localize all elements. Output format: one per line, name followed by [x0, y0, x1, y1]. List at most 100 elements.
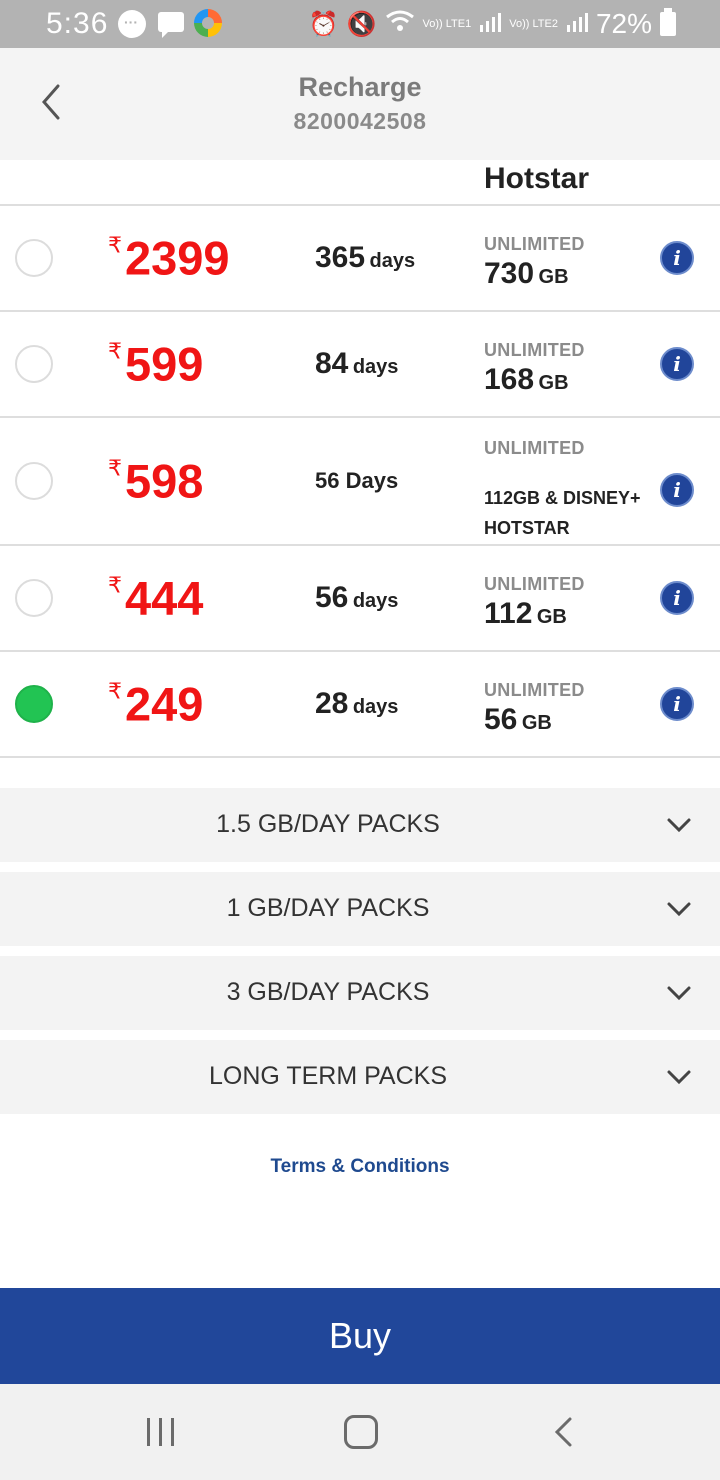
accordion-long-term-packs[interactable]: LONG TERM PACKS — [0, 1040, 720, 1114]
rupee-symbol: ₹ — [108, 678, 122, 704]
recent-apps-icon[interactable] — [146, 1418, 176, 1446]
mute-icon: 🔇 — [346, 10, 377, 38]
plan-validity: 84 days — [315, 347, 398, 381]
rupee-symbol: ₹ — [108, 338, 122, 364]
status-time: 5:36 — [46, 7, 109, 40]
calls-label: UNLIMITED — [484, 340, 585, 360]
plan-validity: 56 Days — [315, 468, 399, 493]
battery-percent: 72% — [595, 8, 652, 39]
wifi-icon — [385, 9, 415, 40]
chevron-down-icon[interactable] — [666, 980, 692, 1006]
plan-price: ₹598 — [108, 454, 203, 509]
validity-unit: days — [352, 356, 399, 378]
calls-label: UNLIMITED — [484, 234, 585, 254]
status-icons: ⏰ 🔇 Vo)) LTE1 Vo)) LTE2 72% — [309, 8, 676, 40]
accordion-3gb-day-packs[interactable]: 3 GB/DAY PACKS — [0, 956, 720, 1030]
battery-icon — [660, 8, 676, 36]
validity-value: 28 — [315, 687, 349, 720]
chevron-down-icon[interactable] — [666, 812, 692, 838]
validity-value: 84 — [315, 347, 349, 380]
calls-label: UNLIMITED — [484, 680, 585, 700]
data-value: 112 — [484, 597, 533, 630]
status-bar: 5:36 ⏰ 🔇 Vo)) LTE1 Vo)) LTE2 72% — [0, 0, 720, 48]
price-value: 444 — [125, 571, 204, 625]
plan-price: ₹599 — [108, 337, 203, 392]
signal-icon — [566, 8, 588, 40]
rupee-symbol: ₹ — [108, 572, 122, 598]
chevron-down-icon[interactable] — [666, 896, 692, 922]
plan-validity: 28 days — [315, 687, 398, 721]
lte2-label: Vo)) LTE2 — [509, 17, 558, 30]
data-unit: GB — [538, 266, 569, 288]
lte1-label: Vo)) LTE1 — [422, 17, 472, 30]
phone-number: 8200042508 — [293, 108, 427, 134]
accordion-label: LONG TERM PACKS — [208, 1062, 447, 1090]
column-header-hotstar: Hotstar — [484, 162, 590, 195]
price-value: 598 — [125, 454, 204, 508]
plan-row[interactable]: ₹444 56 days UNLIMITED 112 GB i — [0, 546, 720, 652]
plan-benefit: UNLIMITED 56 GB — [484, 680, 585, 737]
page-title: Recharge — [298, 72, 422, 102]
chevron-down-icon[interactable] — [666, 1064, 692, 1090]
plan-row[interactable]: ₹599 84 days UNLIMITED 168 GB i — [0, 312, 720, 418]
terms-conditions-link[interactable]: Terms & Conditions — [0, 1156, 720, 1178]
alarm-icon: ⏰ — [308, 10, 339, 38]
plan-validity: 365 days — [315, 241, 415, 275]
data-value: 56 — [484, 703, 518, 736]
chat-bubble-icon — [118, 10, 146, 38]
plan-radio-selected[interactable] — [15, 685, 53, 723]
plan-row[interactable]: ₹2399 365 days UNLIMITED 730 GB i — [0, 206, 720, 312]
price-value: 249 — [125, 677, 204, 731]
validity-unit: days — [352, 696, 399, 718]
data-value: 112GB & DISNEY+ HOTSTAR — [484, 488, 641, 538]
app-icon — [194, 9, 222, 37]
data-unit: GB — [538, 372, 569, 394]
calls-label: UNLIMITED — [484, 574, 585, 594]
validity-value: 365 — [315, 241, 366, 274]
plan-price: ₹249 — [108, 677, 203, 732]
home-icon[interactable] — [344, 1415, 378, 1449]
accordion-1-5gb-day-packs[interactable]: 1.5 GB/DAY PACKS — [0, 788, 720, 862]
plan-benefit: UNLIMITED 112GB & DISNEY+ HOTSTAR — [484, 438, 662, 543]
accordion-1gb-day-packs[interactable]: 1 GB/DAY PACKS — [0, 872, 720, 946]
plan-benefit: UNLIMITED 730 GB — [484, 234, 585, 291]
plan-radio[interactable] — [15, 579, 53, 617]
info-icon[interactable]: i — [660, 687, 694, 721]
rupee-symbol: ₹ — [108, 455, 122, 481]
plan-validity: 56 days — [315, 581, 398, 615]
info-icon[interactable]: i — [660, 347, 694, 381]
plan-benefit: UNLIMITED 112 GB — [484, 574, 585, 631]
plan-radio[interactable] — [15, 462, 53, 500]
price-value: 2399 — [125, 231, 230, 285]
validity-unit: days — [369, 250, 416, 272]
system-nav-bar — [0, 1384, 720, 1480]
accordion-label: 3 GB/DAY PACKS — [226, 978, 430, 1006]
data-unit: GB — [521, 712, 552, 734]
buy-button[interactable]: Buy — [0, 1288, 720, 1384]
data-value: 730 — [484, 257, 535, 290]
data-unit: GB — [536, 606, 567, 628]
plan-price: ₹2399 — [108, 231, 230, 286]
calls-label: UNLIMITED — [484, 438, 585, 458]
plan-price: ₹444 — [108, 571, 203, 626]
plan-radio[interactable] — [15, 345, 53, 383]
info-icon[interactable]: i — [660, 473, 694, 507]
plan-row[interactable]: ₹249 28 days UNLIMITED 56 GB i — [0, 652, 720, 758]
plan-radio[interactable] — [15, 239, 53, 277]
back-icon[interactable] — [552, 1416, 574, 1448]
accordion-label: 1.5 GB/DAY PACKS — [216, 810, 440, 838]
plan-row[interactable]: ₹598 56 Days UNLIMITED 112GB & DISNEY+ H… — [0, 418, 720, 546]
data-value: 168 — [484, 363, 535, 396]
validity-value: 56 — [315, 581, 349, 614]
validity-unit: days — [352, 590, 399, 612]
message-icon — [158, 12, 184, 38]
plan-list: ₹2399 365 days UNLIMITED 730 GB i ₹599 8… — [0, 206, 720, 758]
info-icon[interactable]: i — [660, 241, 694, 275]
header: Recharge 8200042508 — [0, 48, 720, 160]
signal-icon — [479, 8, 502, 40]
info-icon[interactable]: i — [660, 581, 694, 615]
price-value: 599 — [125, 337, 204, 391]
accordion-label: 1 GB/DAY PACKS — [226, 894, 430, 922]
rupee-symbol: ₹ — [108, 232, 122, 258]
plan-benefit: UNLIMITED 168 GB — [484, 340, 585, 397]
